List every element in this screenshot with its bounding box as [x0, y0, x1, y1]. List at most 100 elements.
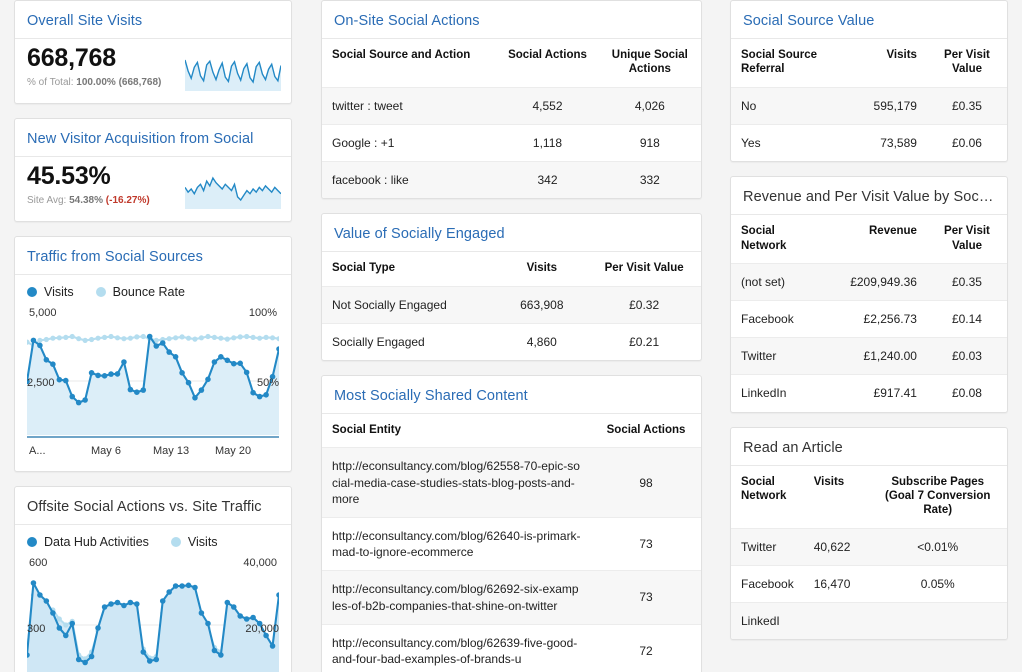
widget-title[interactable]: Traffic from Social Sources	[15, 237, 291, 275]
widget-revenue-per-visit-value-by-social-network[interactable]: Revenue and Per Visit Value by Soci…Soci…	[730, 176, 1008, 413]
row-value-cell: 98	[591, 448, 701, 518]
table-header-row: Social Source ReferralVisitsPer Visit Va…	[731, 39, 1007, 87]
row-value-cell	[868, 603, 1007, 640]
row-label-cell: Twitter	[731, 338, 819, 375]
table-row[interactable]: twitter : tweet4,5524,026	[322, 87, 701, 124]
widget-most-socially-shared-content[interactable]: Most Socially Shared ContentSocial Entit…	[321, 375, 702, 672]
chart-x-axis: A...May 6May 13May 20	[27, 441, 279, 467]
table-row[interactable]: http://econsultancy.com/blog/62640-is-pr…	[322, 518, 701, 571]
legend-swatch-light-icon	[171, 537, 181, 547]
widget-title[interactable]: Social Source Value	[731, 1, 1007, 39]
widget-title[interactable]: Revenue and Per Visit Value by Soci…	[731, 177, 1007, 215]
y-axis-left-max: 5,000	[29, 307, 57, 319]
table-row[interactable]: facebook : like342332	[322, 162, 701, 199]
widget-traffic-from-social-sources[interactable]: Traffic from Social Sources Visits Bounc…	[14, 236, 292, 472]
table-header-row: Social NetworkVisitsSubscribe Pages (Goa…	[731, 466, 1007, 529]
scorecard-sub-paren: (668,768)	[119, 77, 162, 88]
widget-new-visitor-acquisition-from-social[interactable]: New Visitor Acquisition from Social 45.5…	[14, 118, 292, 222]
widget-title[interactable]: On-Site Social Actions	[322, 1, 701, 39]
widget-on-site-social-actions[interactable]: On-Site Social ActionsSocial Source and …	[321, 0, 702, 199]
column-header[interactable]: Revenue	[819, 215, 927, 263]
widget-social-source-value[interactable]: Social Source ValueSocial Source Referra…	[730, 0, 1008, 162]
table-row[interactable]: No595,179£0.35	[731, 87, 1007, 124]
row-value-cell: 73	[591, 518, 701, 571]
row-value-cell	[804, 603, 869, 640]
x-axis-tick-label: May 20	[215, 445, 277, 457]
legend-item[interactable]: Data Hub Activities	[27, 535, 149, 549]
table-row[interactable]: Socially Engaged4,860£0.21	[322, 323, 701, 360]
legend-swatch-dark-icon	[27, 537, 37, 547]
x-axis-tick-label: A...	[29, 445, 91, 457]
table-row[interactable]: http://econsultancy.com/blog/62692-six-e…	[322, 571, 701, 624]
widget-title[interactable]: Overall Site Visits	[15, 1, 291, 39]
legend-label: Data Hub Activities	[44, 535, 149, 549]
row-value-cell: 595,179	[847, 87, 927, 124]
table-row[interactable]: Twitter40,622<0.01%	[731, 528, 1007, 565]
column-header[interactable]: Per Visit Value	[927, 215, 1007, 263]
column-header[interactable]: Visits	[496, 252, 587, 286]
row-value-cell: £2,256.73	[819, 301, 927, 338]
table-row[interactable]: Facebook16,4700.05%	[731, 565, 1007, 602]
table-row[interactable]: Google : +11,118918	[322, 124, 701, 161]
column-header[interactable]: Social Source and Action	[322, 39, 496, 87]
legend-item[interactable]: Visits	[27, 285, 74, 299]
row-value-cell: £0.21	[587, 323, 701, 360]
widget-title[interactable]: Value of Socially Engaged	[322, 214, 701, 252]
column-header[interactable]: Visits	[847, 39, 927, 87]
dashboard-column-right: Social Source ValueSocial Source Referra…	[730, 0, 1008, 654]
widget-title[interactable]: Offsite Social Actions vs. Site Traffic	[15, 487, 291, 525]
row-label-cell: Socially Engaged	[322, 323, 496, 360]
table-row[interactable]: Not Socially Engaged663,908£0.32	[322, 286, 701, 323]
widget-title[interactable]: New Visitor Acquisition from Social	[15, 119, 291, 157]
table-row[interactable]: Twitter£1,240.00£0.03	[731, 338, 1007, 375]
widget-read-an-article[interactable]: Read an ArticleSocial NetworkVisitsSubsc…	[730, 427, 1008, 641]
row-value-cell: 40,622	[804, 528, 869, 565]
table-row[interactable]: Yes73,589£0.06	[731, 124, 1007, 161]
scorecard-sub-delta: (-16.27%)	[106, 195, 150, 206]
table-row[interactable]: (not set)£209,949.36£0.35	[731, 263, 1007, 300]
row-value-cell: 332	[599, 162, 701, 199]
dashboard-canvas: Overall Site Visits 668,768 % of Total: …	[0, 0, 1022, 672]
table-header-row: Social NetworkRevenuePer Visit Value	[731, 215, 1007, 263]
widget-value-of-socially-engaged[interactable]: Value of Socially EngagedSocial TypeVisi…	[321, 213, 702, 361]
widget-offsite-social-actions-vs-site-traffic[interactable]: Offsite Social Actions vs. Site Traffic …	[14, 486, 292, 672]
row-value-cell: £0.08	[927, 375, 1007, 412]
table-row[interactable]: Facebook£2,256.73£0.14	[731, 301, 1007, 338]
row-label-cell: (not set)	[731, 263, 819, 300]
row-value-cell: £0.35	[927, 263, 1007, 300]
widget-overall-site-visits[interactable]: Overall Site Visits 668,768 % of Total: …	[14, 0, 292, 104]
column-header[interactable]: Social Actions	[496, 39, 598, 87]
row-value-cell: 72	[591, 624, 701, 672]
column-header[interactable]: Social Network	[731, 215, 819, 263]
table-header-row: Social Source and ActionSocial ActionsUn…	[322, 39, 701, 87]
column-header[interactable]: Social Actions	[591, 414, 701, 448]
timeseries-chart	[27, 319, 279, 441]
row-label-cell: Facebook	[731, 565, 804, 602]
legend-item[interactable]: Bounce Rate	[96, 285, 185, 299]
table-row[interactable]: http://econsultancy.com/blog/62558-70-ep…	[322, 448, 701, 518]
widget-title[interactable]: Read an Article	[731, 428, 1007, 466]
table-row[interactable]: LinkedI	[731, 603, 1007, 640]
column-header[interactable]: Unique Social Actions	[599, 39, 701, 87]
column-header[interactable]: Visits	[804, 466, 869, 529]
scorecard-sub-prefix: % of Total:	[27, 77, 74, 88]
table-row[interactable]: LinkedIn£917.41£0.08	[731, 375, 1007, 412]
column-header[interactable]: Subscribe Pages (Goal 7 Conversion Rate)	[868, 466, 1007, 529]
row-value-cell: £1,240.00	[819, 338, 927, 375]
dashboard-column-middle: On-Site Social ActionsSocial Source and …	[321, 0, 702, 672]
column-header[interactable]: Social Type	[322, 252, 496, 286]
column-header[interactable]: Per Visit Value	[927, 39, 1007, 87]
x-axis-tick-label: May 13	[153, 445, 215, 457]
scorecard-sub-prefix: Site Avg:	[27, 195, 66, 206]
column-header[interactable]: Per Visit Value	[587, 252, 701, 286]
legend-item[interactable]: Visits	[171, 535, 218, 549]
table-row[interactable]: http://econsultancy.com/blog/62639-five-…	[322, 624, 701, 672]
row-label-cell: http://econsultancy.com/blog/62640-is-pr…	[322, 518, 591, 571]
column-header[interactable]: Social Network	[731, 466, 804, 529]
widget-title[interactable]: Most Socially Shared Content	[322, 376, 701, 414]
column-header[interactable]: Social Source Referral	[731, 39, 847, 87]
row-label-cell: LinkedI	[731, 603, 804, 640]
row-label-cell: No	[731, 87, 847, 124]
row-label-cell: Not Socially Engaged	[322, 286, 496, 323]
column-header[interactable]: Social Entity	[322, 414, 591, 448]
